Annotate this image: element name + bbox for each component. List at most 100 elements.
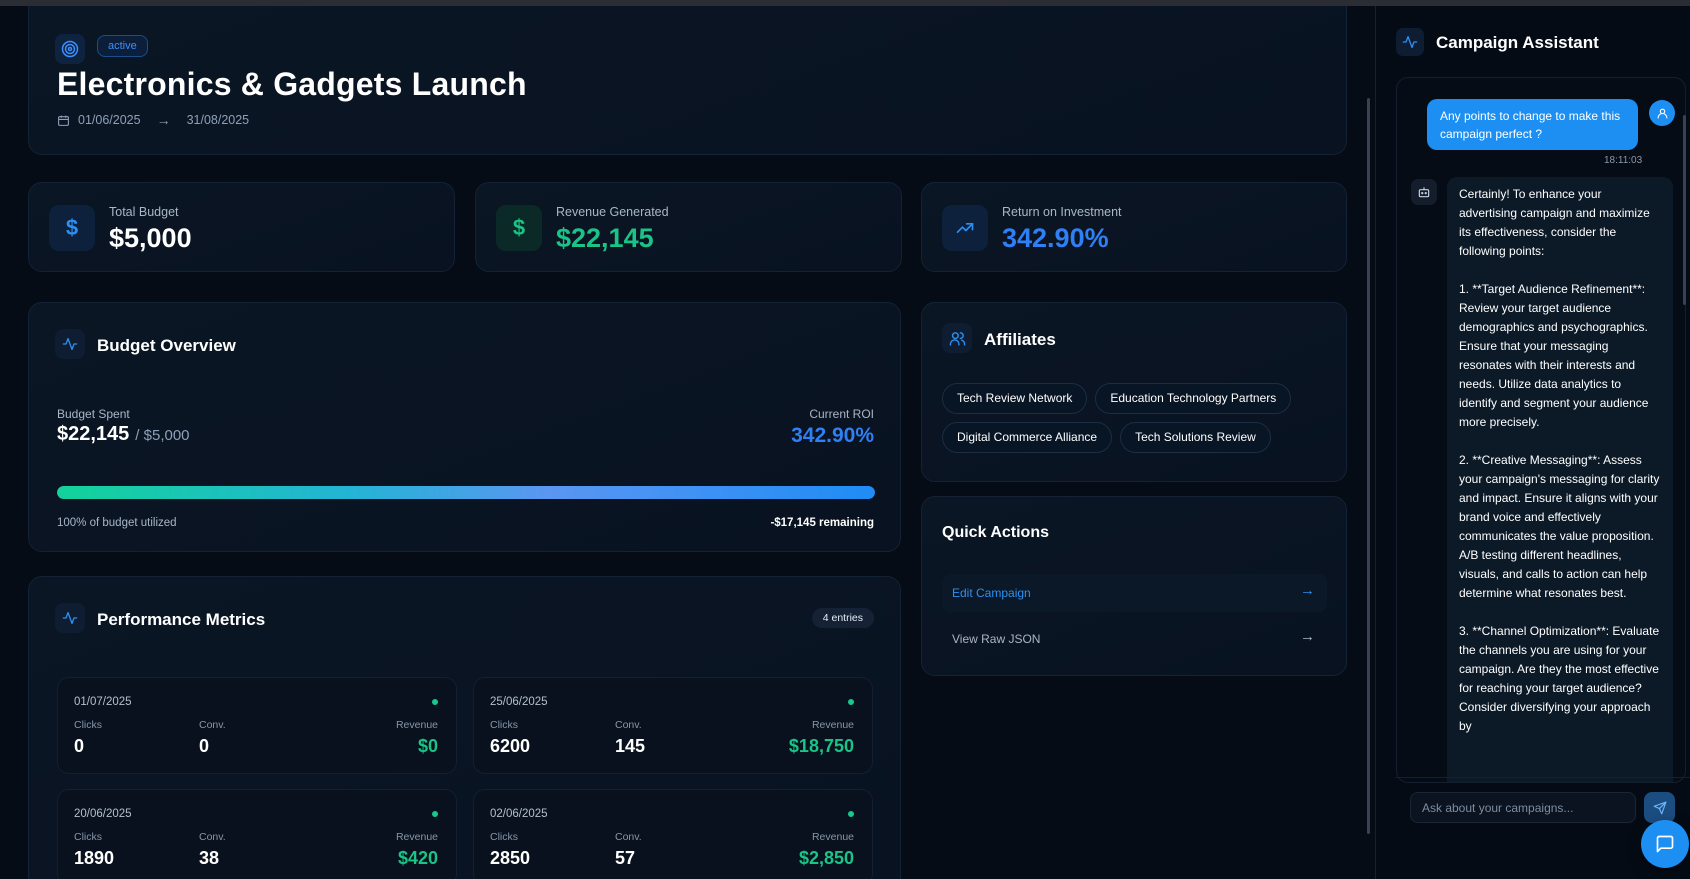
message-timestamp: 18:11:03 — [1604, 155, 1643, 166]
budget-remaining-text: -$17,145 remaining — [770, 517, 874, 529]
revenue-label: Revenue — [811, 719, 854, 731]
campaign-header: active Electronics & Gadgets Launch 01/0… — [28, 6, 1347, 155]
budget-utilized-text: 100% of budget utilized — [57, 517, 177, 529]
status-dot — [432, 811, 438, 817]
conv-value: 57 — [615, 848, 636, 868]
trending-up-icon — [942, 205, 988, 251]
status-dot — [432, 699, 438, 705]
main-content: active Electronics & Gadgets Launch 01/0… — [0, 6, 1375, 879]
budget-spent-label: Budget Spent — [57, 407, 130, 421]
assistant-message: Certainly! To enhance your advertising c… — [1447, 177, 1673, 782]
conv-label: Conv. — [199, 719, 226, 731]
budget-spent-value: $22,145 — [57, 423, 130, 445]
revenue-value: $18,750 — [788, 736, 854, 756]
start-date: 01/06/2025 — [78, 113, 141, 127]
affiliate-chip[interactable]: Tech Solutions Review — [1120, 422, 1271, 453]
date-arrow-icon: → — [156, 112, 171, 128]
revenue-label: Revenue — [811, 831, 854, 843]
activity-icon — [1396, 28, 1424, 56]
clicks-value: 0 — [74, 736, 85, 756]
clicks-label: Clicks — [490, 719, 518, 731]
stat-roi: Return on Investment 342.90% — [921, 182, 1347, 272]
chat-input[interactable] — [1410, 792, 1636, 823]
metric-card[interactable]: 25/06/2025 Clicks Conv. Revenue 6200 145… — [473, 677, 873, 774]
budget-overview-card: Budget Overview Budget Spent $22,145 / $… — [28, 302, 901, 552]
status-dot — [848, 811, 854, 817]
stat-total-budget: $ Total Budget $5,000 — [28, 182, 455, 272]
user-message: Any points to change to make this campai… — [1427, 99, 1638, 150]
campaign-dates: 01/06/2025 → 31/08/2025 — [57, 112, 249, 128]
metric-date: 20/06/2025 — [74, 808, 132, 820]
main-scrollbar[interactable] — [1367, 98, 1370, 834]
users-icon — [942, 323, 972, 353]
dollar-icon: $ — [496, 205, 542, 251]
clicks-label: Clicks — [74, 719, 102, 731]
affiliate-list: Tech Review Network Education Technology… — [942, 383, 1342, 453]
metric-date: 25/06/2025 — [490, 696, 548, 708]
stat-revenue: $ Revenue Generated $22,145 — [475, 182, 902, 272]
conv-value: 0 — [199, 736, 210, 756]
chat-toggle-button[interactable] — [1641, 820, 1689, 868]
clicks-value: 2850 — [490, 848, 531, 868]
clicks-value: 1890 — [74, 848, 115, 868]
section-title: Performance Metrics — [97, 610, 266, 629]
message-icon — [1656, 835, 1674, 853]
conv-value: 145 — [615, 736, 646, 756]
stat-value: $5,000 — [109, 223, 192, 253]
performance-metrics-card: Performance Metrics 4 entries 01/07/2025… — [28, 576, 901, 879]
chat-messages: Any points to change to make this campai… — [1396, 77, 1686, 783]
affiliate-chip[interactable]: Tech Review Network — [942, 383, 1088, 414]
metric-card[interactable]: 01/07/2025 Clicks Conv. Revenue 0 0 $0 — [57, 677, 457, 774]
send-button[interactable] — [1644, 792, 1675, 823]
edit-campaign-button[interactable]: Edit Campaign → — [942, 574, 1327, 612]
clicks-value: 6200 — [490, 736, 531, 756]
target-icon — [55, 34, 85, 64]
affiliate-chip[interactable]: Digital Commerce Alliance — [942, 422, 1113, 453]
affiliate-chip[interactable]: Education Technology Partners — [1095, 383, 1292, 414]
conv-value: 38 — [199, 848, 220, 868]
status-dot — [848, 699, 854, 705]
revenue-value: $2,850 — [798, 848, 854, 868]
view-raw-json-button[interactable]: View Raw JSON → — [942, 620, 1327, 658]
budget-total-value: / $5,000 — [135, 427, 190, 444]
bot-icon — [1411, 179, 1437, 205]
chat-scrollbar[interactable] — [1683, 115, 1686, 305]
stat-label: Revenue Generated — [556, 205, 669, 219]
stat-value: $22,145 — [556, 223, 654, 253]
edit-campaign-label: Edit Campaign — [952, 586, 1031, 600]
stat-label: Total Budget — [109, 205, 179, 219]
quick-actions-card: Quick Actions Edit Campaign → View Raw J… — [921, 496, 1347, 676]
current-roi-value: 342.90% — [791, 424, 874, 447]
budget-spent: $22,145 / $5,000 — [57, 423, 190, 446]
revenue-value: $420 — [397, 848, 438, 868]
activity-icon — [55, 603, 85, 633]
assistant-title: Campaign Assistant — [1436, 33, 1599, 52]
send-icon — [1653, 801, 1666, 814]
status-badge: active — [97, 35, 148, 57]
clicks-label: Clicks — [74, 831, 102, 843]
metric-card[interactable]: 20/06/2025 Clicks Conv. Revenue 1890 38 … — [57, 789, 457, 879]
arrow-right-icon: → — [1300, 582, 1315, 599]
conv-label: Conv. — [615, 831, 642, 843]
user-avatar-icon — [1649, 100, 1675, 126]
revenue-label: Revenue — [395, 831, 438, 843]
metric-date: 02/06/2025 — [490, 808, 548, 820]
current-roi-label: Current ROI — [809, 407, 874, 421]
section-title: Quick Actions — [942, 524, 1049, 541]
arrow-right-icon: → — [1300, 628, 1315, 645]
entries-badge: 4 entries — [811, 608, 874, 628]
view-raw-json-label: View Raw JSON — [952, 632, 1041, 646]
page-title: Electronics & Gadgets Launch — [57, 66, 527, 102]
affiliates-card: Affiliates Tech Review Network Education… — [921, 302, 1347, 482]
divider — [1395, 777, 1690, 778]
conv-label: Conv. — [199, 831, 226, 843]
section-title: Budget Overview — [97, 336, 236, 355]
activity-icon — [55, 329, 85, 359]
metric-card[interactable]: 02/06/2025 Clicks Conv. Revenue 2850 57 … — [473, 789, 873, 879]
revenue-value: $0 — [417, 736, 438, 756]
budget-progress-fill — [57, 486, 875, 499]
calendar-icon — [58, 115, 69, 126]
budget-progress-bar — [57, 486, 875, 499]
stat-value: 342.90% — [1002, 223, 1109, 253]
conv-label: Conv. — [615, 719, 642, 731]
